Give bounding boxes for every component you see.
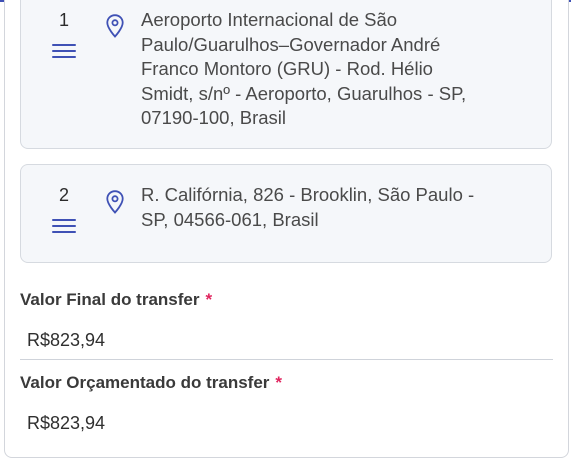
required-asterisk: * <box>275 373 283 392</box>
valor-final-label: Valor Final do transfer * <box>20 290 212 310</box>
route-stop-card: 1 Aeroporto Internacional de São Paulo/G… <box>20 0 552 149</box>
valor-final-label-text: Valor Final do transfer <box>20 290 200 309</box>
stop-number: 2 <box>58 185 69 205</box>
valor-final-underline <box>20 359 553 360</box>
valor-orcamentado-input[interactable]: R$823,94 <box>27 413 105 434</box>
drag-handle-icon[interactable] <box>52 43 76 59</box>
stop-address: Aeroporto Internacional de São Paulo/Gua… <box>141 8 511 131</box>
route-stop-card: 2 R. Califórnia, 826 - Brooklin, São Pau… <box>20 164 552 263</box>
transfer-form-page: 1 Aeroporto Internacional de São Paulo/G… <box>0 0 571 461</box>
address-line: R. Califórnia, 826 - Brooklin, São Paulo… <box>141 184 475 205</box>
valor-orcamentado-label-text: Valor Orçamentado do transfer <box>20 373 270 392</box>
valor-orcamentado-label: Valor Orçamentado do transfer * <box>20 373 282 393</box>
address-line: Aeroporto Internacional de São <box>141 9 398 30</box>
stop-address: R. Califórnia, 826 - Brooklin, São Paulo… <box>141 183 511 232</box>
required-asterisk: * <box>205 290 213 309</box>
drag-handle-icon[interactable] <box>52 218 76 234</box>
map-pin-icon <box>106 190 124 214</box>
address-line: 07190-100, Brasil <box>141 107 287 129</box>
address-line: Smidt, s/nº - Aeroporto, Guarulhos - SP, <box>141 82 467 104</box>
address-line: Paulo/Guarulhos–Governador André <box>141 33 441 55</box>
valor-final-input[interactable]: R$823,94 <box>27 330 105 351</box>
map-pin-icon <box>106 14 124 38</box>
address-line: SP, 04566-061, Brasil <box>141 208 319 230</box>
stop-number: 1 <box>58 10 69 30</box>
address-line: Franco Montoro (GRU) - Rod. Hélio <box>141 58 433 80</box>
